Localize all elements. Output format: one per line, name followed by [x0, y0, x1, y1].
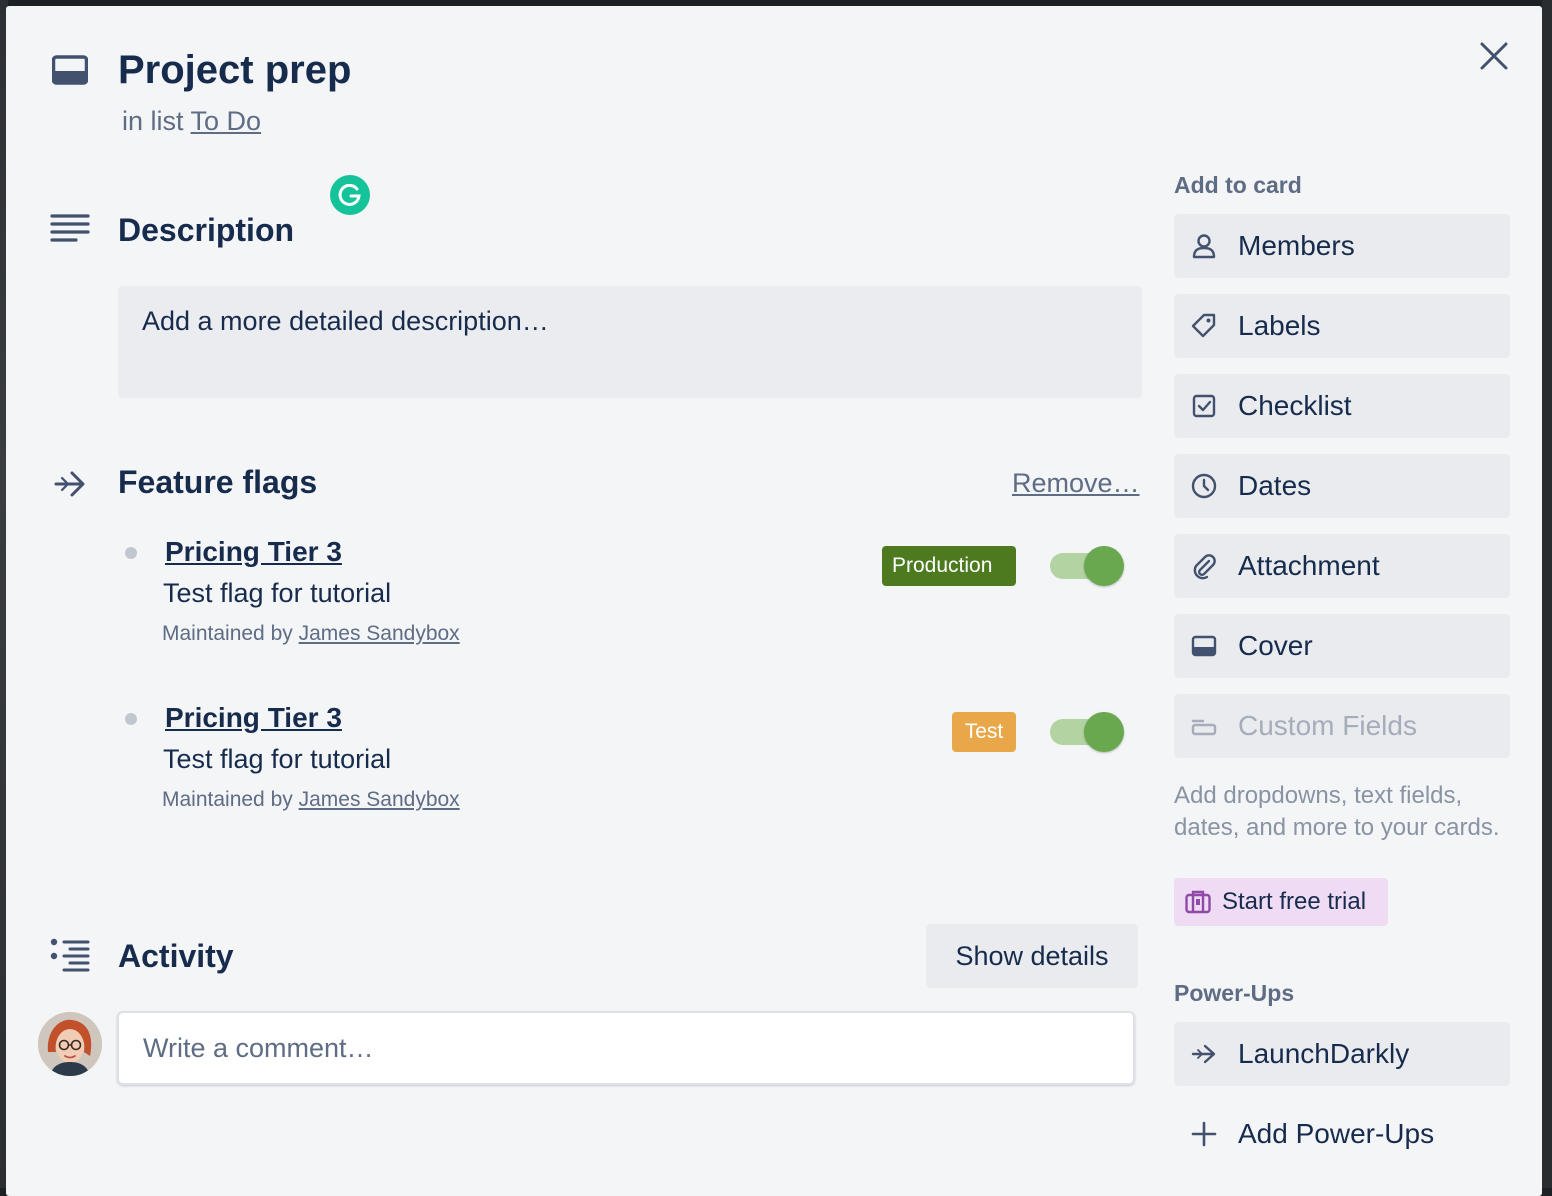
card-icon	[52, 52, 88, 88]
dates-button[interactable]: Dates	[1174, 454, 1510, 518]
maintained-by-label: Maintained by	[162, 622, 293, 645]
attachment-label: Attachment	[1238, 550, 1380, 581]
start-free-trial-button[interactable]: Start free trial	[1174, 878, 1388, 926]
maintainer-link[interactable]: James Sandybox	[299, 788, 460, 811]
close-icon	[1480, 42, 1508, 70]
plus-icon	[1191, 1121, 1217, 1147]
list-link[interactable]: To Do	[191, 106, 262, 136]
add-power-ups-button[interactable]: Add Power-Ups	[1174, 1102, 1510, 1166]
checkbox-icon	[1192, 394, 1216, 418]
launchdarkly-arrow-icon	[1191, 1044, 1216, 1064]
add-to-card-heading: Add to card	[1174, 172, 1302, 198]
card-title[interactable]: Project prep	[118, 48, 351, 93]
flag-bullet	[125, 713, 137, 725]
feature-flags-heading: Feature flags	[118, 464, 318, 500]
avatar[interactable]	[38, 1012, 102, 1076]
launchdarkly-label: LaunchDarkly	[1238, 1038, 1410, 1069]
board-backdrop-right	[1542, 0, 1552, 1188]
card-list-info: in list To Do	[122, 106, 261, 137]
custom-fields-upsell-text: Add dropdowns, text fields, dates, and m…	[1174, 782, 1500, 841]
show-details-button[interactable]: Show details	[926, 924, 1138, 988]
tag-icon	[1191, 313, 1216, 338]
description-heading: Description	[118, 212, 295, 248]
comment-input[interactable]	[117, 1011, 1135, 1085]
remove-feature-flags-link[interactable]: Remove…	[1012, 468, 1140, 499]
flag-description: Test flag for tutorial	[163, 744, 392, 774]
environment-badge-production: Production	[882, 546, 1016, 586]
checklist-label: Checklist	[1238, 390, 1352, 421]
cover-label: Cover	[1238, 630, 1313, 661]
members-button[interactable]: Members	[1174, 214, 1510, 278]
maintained-by-label: Maintained by	[162, 788, 293, 811]
checklist-button[interactable]: Checklist	[1174, 374, 1510, 438]
list-prefix: in list	[122, 106, 184, 136]
launchdarkly-button[interactable]: LaunchDarkly	[1174, 1022, 1510, 1086]
flag-maintainer: Maintained by James Sandybox	[162, 788, 460, 812]
paperclip-icon	[1193, 554, 1216, 580]
flag-maintainer: Maintained by James Sandybox	[162, 622, 460, 646]
labels-label: Labels	[1238, 310, 1321, 341]
toggle-knob	[1084, 712, 1124, 752]
close-button[interactable]	[1474, 36, 1514, 76]
toggle-knob	[1084, 546, 1124, 586]
card-detail-modal: Project prep in list To Do Description A…	[6, 6, 1542, 1196]
labels-button[interactable]: Labels	[1174, 294, 1510, 358]
person-icon	[1192, 234, 1216, 259]
briefcase-icon	[1185, 890, 1211, 914]
custom-fields-button[interactable]: Custom Fields	[1174, 694, 1510, 758]
custom-fields-icon	[1191, 719, 1217, 736]
flag-bullet	[125, 547, 137, 559]
flag-name-link[interactable]: Pricing Tier 3	[165, 702, 342, 734]
clock-icon	[1191, 473, 1217, 499]
members-label: Members	[1238, 230, 1355, 261]
flag-name-link[interactable]: Pricing Tier 3	[165, 536, 342, 568]
grammarly-icon[interactable]	[330, 175, 370, 215]
environment-badge-test: Test	[952, 712, 1016, 752]
activity-list-icon	[50, 936, 90, 976]
cover-icon	[1191, 635, 1217, 657]
activity-heading: Activity	[118, 938, 234, 974]
description-editor[interactable]: Add a more detailed description…	[118, 286, 1142, 398]
attachment-button[interactable]: Attachment	[1174, 534, 1510, 598]
power-ups-heading: Power-Ups	[1174, 980, 1295, 1006]
maintainer-link[interactable]: James Sandybox	[299, 622, 460, 645]
custom-fields-label: Custom Fields	[1238, 710, 1417, 741]
start-free-trial-label: Start free trial	[1222, 888, 1367, 915]
dates-label: Dates	[1238, 470, 1312, 501]
flag-toggle[interactable]	[1050, 712, 1126, 752]
flag-description: Test flag for tutorial	[163, 578, 392, 608]
launchdarkly-arrow-icon	[50, 464, 90, 504]
flag-toggle[interactable]	[1050, 546, 1126, 586]
cover-button[interactable]: Cover	[1174, 614, 1510, 678]
add-power-ups-label: Add Power-Ups	[1238, 1118, 1435, 1149]
description-lines-icon	[50, 210, 90, 250]
